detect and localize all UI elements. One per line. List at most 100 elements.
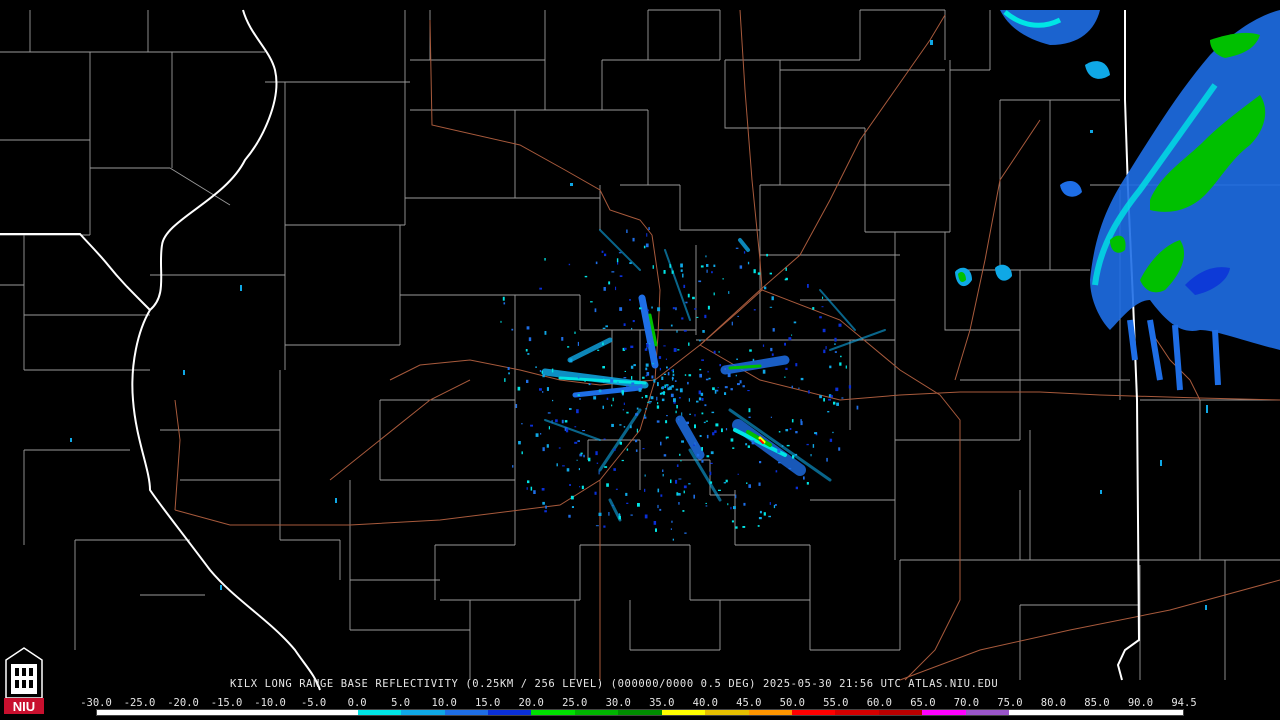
clutter-speckle	[825, 346, 827, 350]
clutter-speckle	[701, 459, 704, 463]
clutter-speckle	[661, 398, 665, 402]
clutter-speckle	[766, 253, 768, 257]
clutter-speckle	[700, 265, 704, 268]
clutter-speckle	[800, 421, 803, 426]
clutter-speckle	[774, 504, 777, 506]
clutter-speckle	[704, 314, 707, 319]
radar-map	[0, 9, 1280, 691]
clutter-speckle	[834, 343, 836, 345]
colorscale-label: 10.0	[431, 697, 457, 709]
colorscale-segment	[314, 710, 358, 715]
clutter-speckle	[622, 409, 624, 411]
clutter-speckle	[791, 334, 793, 336]
clutter-speckle	[841, 397, 844, 399]
clutter-speckle	[500, 320, 502, 323]
clutter-speckle	[731, 520, 734, 523]
clutter-speckle	[735, 374, 737, 377]
clutter-speckle	[535, 366, 537, 368]
colorscale-segment	[618, 710, 662, 715]
clutter-speckle	[675, 410, 677, 414]
clutter-speckle	[650, 396, 654, 400]
clutter-speckle	[551, 420, 553, 424]
clutter-speckle	[821, 306, 824, 308]
clutter-speckle	[757, 525, 760, 527]
clutter-speckle	[603, 525, 606, 528]
clutter-speckle	[730, 438, 734, 442]
clutter-speckle	[662, 386, 664, 389]
colorscale-segment	[878, 710, 923, 715]
clutter-speckle	[829, 438, 833, 442]
clutter-speckle	[651, 362, 655, 365]
clutter-speckle	[649, 401, 652, 403]
clutter-speckle	[648, 343, 651, 345]
clutter-speckle	[631, 327, 633, 330]
clutter-speckle	[645, 363, 649, 367]
clutter-speckle	[677, 493, 681, 496]
clutter-speckle	[709, 471, 712, 476]
clutter-speckle	[758, 482, 761, 486]
clutter-speckle	[713, 264, 716, 267]
clutter-speckle	[699, 368, 702, 371]
clutter-speckle	[608, 281, 611, 285]
clutter-speckle	[737, 315, 739, 317]
clutter-speckle	[648, 227, 650, 230]
clutter-speckle	[683, 330, 687, 332]
clutter-speckle	[630, 514, 633, 516]
clutter-speckle	[526, 326, 530, 330]
clutter-speckle	[577, 376, 580, 379]
clutter-speckle	[798, 387, 800, 389]
clutter-speckle	[834, 337, 837, 342]
clutter-speckle	[616, 381, 619, 384]
clutter-speckle	[565, 428, 569, 433]
clutter-speckle	[682, 510, 685, 512]
clutter-speckle	[623, 323, 626, 326]
clutter-speckle	[752, 358, 755, 362]
clutter-speckle	[762, 369, 766, 374]
clutter-speckle	[658, 356, 662, 359]
clutter-speckle	[747, 261, 750, 265]
colorscale-label: 90.0	[1127, 697, 1154, 709]
clutter-speckle	[706, 434, 709, 439]
clutter-speckle	[808, 390, 810, 394]
clutter-speckle	[647, 309, 649, 312]
colorscale-label: 65.0	[910, 697, 936, 709]
clutter-speckle	[701, 359, 704, 361]
clutter-speckle	[539, 370, 542, 373]
clutter-speckle	[657, 382, 659, 387]
clutter-speckle	[515, 404, 518, 408]
clutter-speckle	[657, 307, 661, 312]
clutter-speckle	[814, 432, 817, 435]
clutter-speckle	[651, 306, 653, 309]
clutter-speckle	[533, 490, 536, 494]
clutter-speckle	[663, 345, 666, 347]
clutter-speckle	[568, 514, 571, 518]
clutter-speckle	[769, 272, 772, 275]
clutter-speckle	[598, 389, 602, 393]
clutter-speckle	[642, 376, 645, 379]
clutter-speckle	[671, 520, 673, 523]
clutter-speckle	[705, 502, 707, 504]
clutter-speckle	[679, 388, 683, 393]
county-boundaries	[0, 9, 1280, 680]
clutter-speckle	[823, 398, 825, 402]
clutter-speckle	[696, 316, 699, 318]
clutter-speckle	[664, 384, 666, 388]
clutter-speckle	[630, 425, 632, 429]
svg-text:NIU: NIU	[13, 699, 35, 714]
clutter-speckle	[848, 385, 852, 389]
clutter-speckle	[623, 402, 625, 405]
clutter-speckle	[696, 400, 699, 403]
clutter-speckle	[714, 389, 717, 394]
clutter-speckle	[511, 328, 514, 331]
colorscale-label: 70.0	[953, 697, 980, 709]
clutter-speckle	[733, 506, 736, 510]
clutter-speckle	[662, 473, 664, 477]
clutter-speckle	[584, 380, 586, 382]
clutter-speckle	[810, 454, 812, 457]
clutter-speckle	[580, 452, 583, 455]
clutter-speckle	[545, 505, 547, 509]
colorscale-label: 80.0	[1040, 697, 1067, 709]
clutter-speckle	[771, 296, 774, 301]
clutter-speckle	[540, 433, 542, 435]
clutter-speckle	[835, 387, 839, 392]
